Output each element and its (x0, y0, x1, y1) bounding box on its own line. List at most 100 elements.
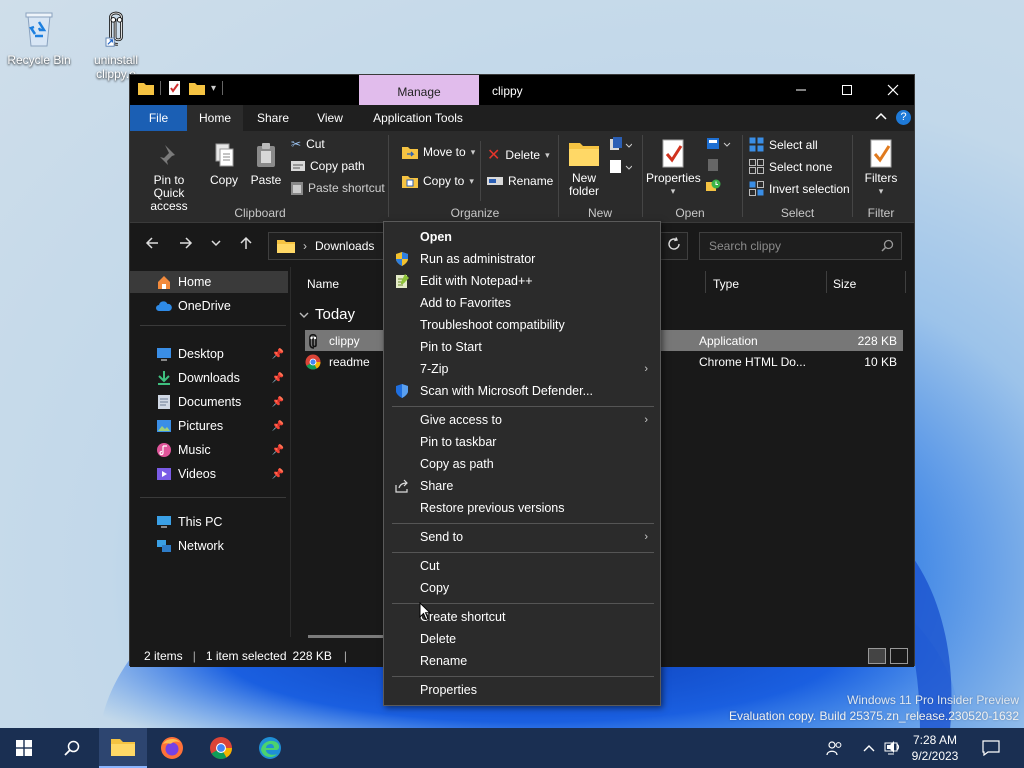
select-all-button[interactable]: Select all (749, 137, 818, 152)
properties-check-icon[interactable] (167, 81, 183, 95)
uninstall-clippy-desktop-icon[interactable]: uninstall clippy.e (80, 8, 152, 81)
pinned-icon[interactable]: 📌 (272, 469, 284, 480)
menu-item-give-access-to[interactable]: Give access to › (384, 409, 660, 431)
taskbar-firefox[interactable] (148, 728, 196, 768)
paste-shortcut-button[interactable]: Paste shortcut (291, 181, 385, 195)
menu-item-copy-as-path[interactable]: Copy as path (384, 453, 660, 475)
refresh-button[interactable] (667, 237, 681, 254)
column-header-type[interactable]: Type (713, 267, 739, 293)
maximize-button[interactable] (824, 75, 870, 105)
open-button[interactable] (705, 137, 731, 154)
menu-item-open[interactable]: Open (384, 226, 660, 248)
copy-path-button[interactable]: Copy path (291, 159, 365, 173)
nav-item-this-pc[interactable]: This PC (130, 511, 288, 533)
nav-item-downloads[interactable]: Downloads 📌 (130, 367, 288, 389)
tab-view[interactable]: View (303, 105, 357, 131)
nav-item-videos[interactable]: Videos 📌 (130, 463, 288, 485)
copy-to-button[interactable]: Copy to ▾ (402, 174, 474, 188)
nav-item-desktop[interactable]: Desktop 📌 (130, 343, 288, 365)
nav-item-documents[interactable]: Documents 📌 (130, 391, 288, 413)
properties-button[interactable]: Properties ▾ (646, 139, 701, 198)
menu-item-pin-to-start[interactable]: Pin to Start (384, 336, 660, 358)
menu-item-run-as-administrator[interactable]: Run as administrator (384, 248, 660, 270)
nav-item-pictures[interactable]: Pictures 📌 (130, 415, 288, 437)
menu-item-pin-to-taskbar[interactable]: Pin to taskbar (384, 431, 660, 453)
people-icon[interactable] (826, 728, 844, 768)
taskbar-edge[interactable] (246, 728, 294, 768)
nav-item-onedrive[interactable]: OneDrive (130, 295, 288, 317)
menu-item-7zip[interactable]: 7-Zip › (384, 358, 660, 380)
notification-center-button[interactable] (982, 728, 1000, 768)
system-clock[interactable]: 7:28 AM 9/2/2023 (900, 732, 970, 764)
column-header-size[interactable]: Size (833, 267, 856, 293)
close-button[interactable] (870, 75, 916, 105)
title-bar[interactable]: ▾ Manage clippy (130, 75, 914, 105)
select-none-button[interactable]: Select none (749, 159, 832, 174)
invert-selection-button[interactable]: Invert selection (749, 181, 850, 196)
minimize-button[interactable] (778, 75, 824, 105)
pinned-icon[interactable]: 📌 (272, 373, 284, 384)
column-header-name[interactable]: Name (307, 267, 339, 293)
delete-button[interactable]: ✕ Delete ▾ (487, 145, 550, 165)
cut-button[interactable]: ✂ Cut (291, 137, 325, 151)
up-button[interactable] (238, 235, 254, 256)
speaker-icon[interactable] (886, 739, 902, 758)
menu-item-cut[interactable]: Cut (384, 555, 660, 577)
nav-item-music[interactable]: Music 📌 (130, 439, 288, 461)
pinned-icon[interactable]: 📌 (272, 445, 284, 456)
pinned-icon[interactable]: 📌 (272, 349, 284, 360)
tab-application-tools[interactable]: Application Tools (357, 105, 479, 131)
recent-locations-button[interactable] (210, 235, 222, 256)
tab-home[interactable]: Home (187, 105, 243, 131)
qat-dropdown-icon[interactable]: ▾ (211, 83, 216, 94)
nav-item-home[interactable]: Home (130, 271, 288, 293)
help-icon[interactable]: ? (896, 110, 911, 125)
menu-item-add-to-favorites[interactable]: Add to Favorites (384, 292, 660, 314)
filters-button[interactable]: Filters ▾ (860, 139, 902, 198)
maximize-icon (842, 85, 852, 95)
tab-file[interactable]: File (130, 105, 187, 131)
rename-button[interactable]: Rename (487, 174, 553, 188)
pin-to-quick-access-button[interactable]: Pin to Quick access (136, 141, 202, 213)
pinned-icon[interactable]: 📌 (272, 397, 284, 408)
edit-button[interactable] (705, 158, 721, 175)
history-button[interactable] (705, 178, 721, 195)
details-view-button[interactable] (868, 648, 886, 664)
collapse-ribbon-icon[interactable] (874, 110, 888, 127)
recycle-bin-desktop-icon[interactable]: Recycle Bin (3, 8, 75, 67)
easy-access-button[interactable] (608, 159, 633, 178)
group-label-organize: Organize (450, 206, 500, 220)
pinned-icon[interactable]: 📌 (272, 421, 284, 432)
taskbar-chrome[interactable] (197, 728, 245, 768)
search-box[interactable]: Search clippy (699, 232, 902, 260)
show-hidden-icons-button[interactable] (862, 728, 876, 768)
search-button[interactable] (48, 728, 96, 768)
copy-button[interactable]: Copy (206, 141, 242, 187)
paste-button[interactable]: Paste (246, 141, 286, 187)
tab-share[interactable]: Share (243, 105, 303, 131)
menu-item-properties[interactable]: Properties (384, 679, 660, 701)
move-to-button[interactable]: Move to ▾ (402, 145, 475, 159)
tab-manage[interactable]: Manage (359, 75, 479, 105)
back-button[interactable] (144, 235, 160, 256)
breadcrumb-downloads[interactable]: Downloads (315, 239, 374, 253)
menu-item-restore-previous-versions[interactable]: Restore previous versions (384, 497, 660, 519)
menu-item-copy[interactable]: Copy (384, 577, 660, 599)
taskbar-file-explorer[interactable] (99, 728, 147, 768)
forward-button[interactable] (178, 235, 194, 256)
start-button[interactable] (0, 728, 48, 768)
group-header-today[interactable]: Today (299, 306, 355, 323)
new-folder-button[interactable]: New folder (564, 139, 604, 198)
menu-item-troubleshoot-compatibility[interactable]: Troubleshoot compatibility (384, 314, 660, 336)
menu-item-send-to[interactable]: Send to › (384, 526, 660, 548)
nav-item-network[interactable]: Network (130, 535, 288, 557)
menu-item-edit-with-notepad[interactable]: Edit with Notepad++ (384, 270, 660, 292)
large-icons-view-button[interactable] (890, 648, 908, 664)
menu-item-delete[interactable]: Delete (384, 628, 660, 650)
menu-item-share[interactable]: Share (384, 475, 660, 497)
menu-item-rename[interactable]: Rename (384, 650, 660, 672)
menu-item-scan-with-defender[interactable]: Scan with Microsoft Defender... (384, 380, 660, 402)
new-folder-icon[interactable] (189, 81, 205, 95)
submenu-arrow-icon: › (644, 414, 648, 426)
new-item-button[interactable] (608, 137, 633, 156)
